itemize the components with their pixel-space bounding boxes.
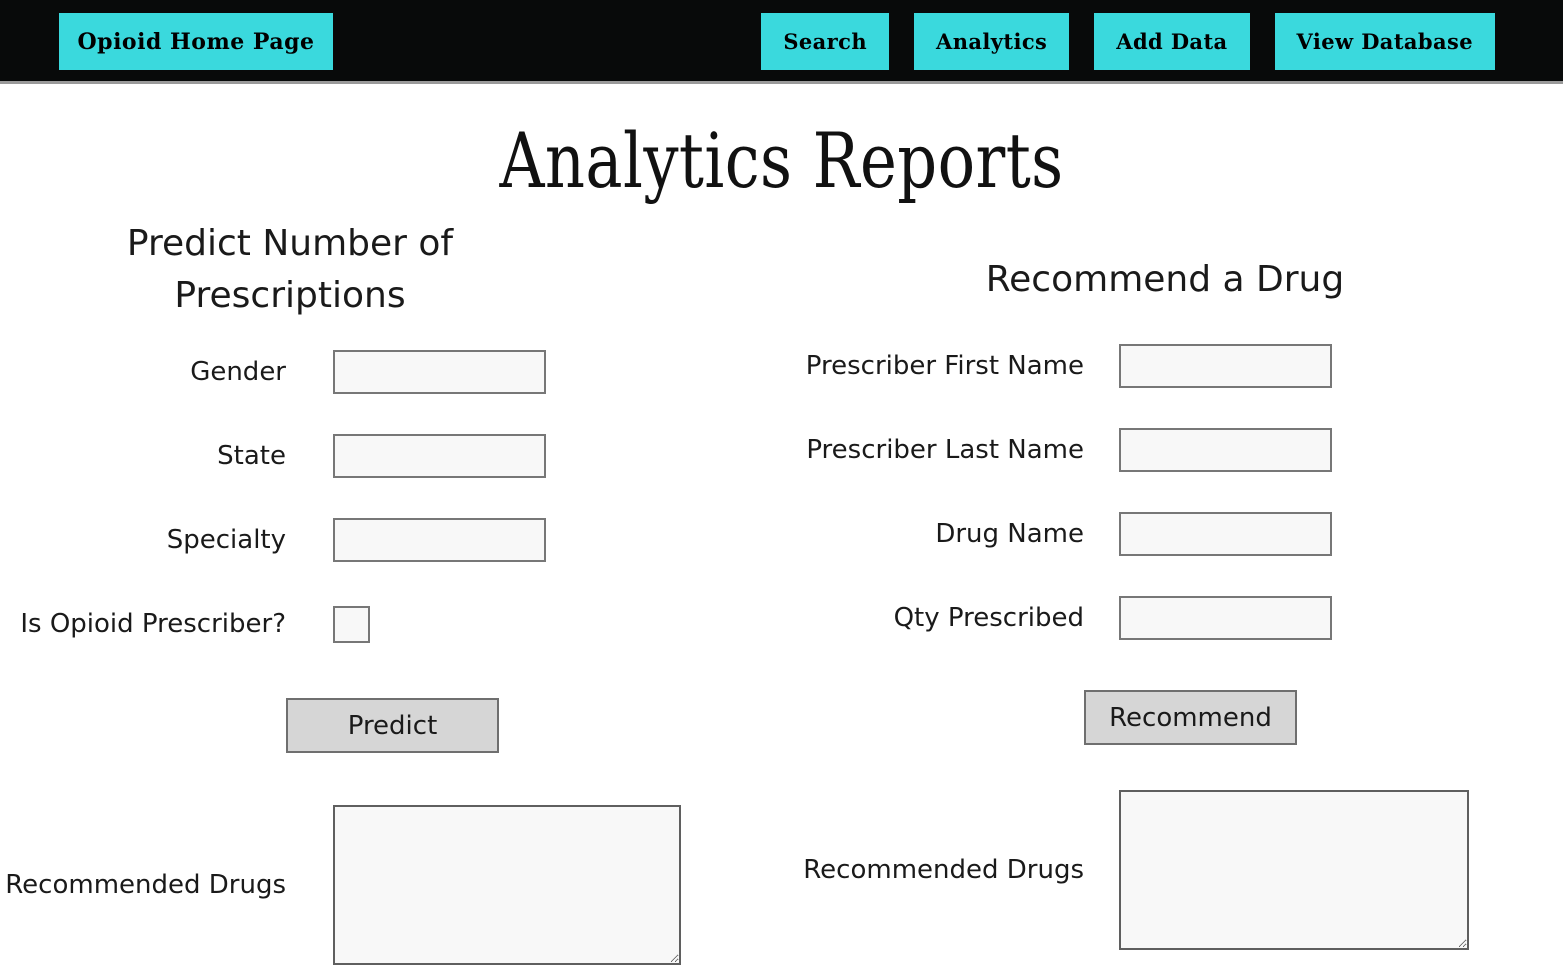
predict-panel-heading: Predict Number of Prescriptions: [126, 223, 454, 317]
nav-link-analytics-label: Analytics: [936, 29, 1048, 54]
recommend-output-recommended-drugs[interactable]: [1119, 790, 1469, 951]
recommend-label-prescriber-first-name: Prescriber First Name: [805, 350, 1084, 381]
predict-button-label: Predict: [347, 710, 438, 741]
recommend-row-recommended-drugs: Recommended Drugs: [790, 790, 1563, 951]
nav-link-add-data[interactable]: Add Data: [1094, 13, 1250, 70]
recommend-form: Prescriber First Name Prescriber Last Na…: [790, 344, 1563, 951]
nav-brand-label: Opioid Home Page: [77, 28, 315, 55]
nav-brand-opioid-home-page[interactable]: Opioid Home Page: [59, 13, 333, 70]
recommend-row-prescriber-first-name: Prescriber First Name: [790, 344, 1563, 389]
recommend-panel-heading: Recommend a Drug: [985, 259, 1345, 300]
recommend-input-prescriber-first-name[interactable]: [1119, 344, 1332, 389]
recommend-panel: Recommend a Drug Prescriber First Name P…: [790, 218, 1563, 951]
recommend-row-drug-name: Drug Name: [790, 512, 1563, 557]
nav-link-search-label: Search: [783, 29, 867, 54]
page-title: Analytics Reports: [499, 116, 1064, 205]
recommend-input-prescriber-last-name[interactable]: [1119, 428, 1332, 473]
predict-row-submit: Predict: [0, 698, 700, 754]
nav-link-view-database[interactable]: View Database: [1274, 13, 1495, 70]
predict-panel: Predict Number of Prescriptions Gender S…: [0, 218, 700, 965]
recommend-input-qty-prescribed[interactable]: [1119, 596, 1332, 641]
nav-link-analytics[interactable]: Analytics: [914, 13, 1070, 70]
top-navbar: Opioid Home Page Search Analytics Add Da…: [0, 0, 1563, 84]
recommend-label-prescriber-last-name: Prescriber Last Name: [806, 434, 1084, 465]
recommend-row-prescriber-last-name: Prescriber Last Name: [790, 428, 1563, 473]
nav-links: Search Analytics Add Data View Database: [761, 13, 1495, 70]
recommend-input-drug-name[interactable]: [1119, 512, 1332, 557]
predict-button[interactable]: Predict: [286, 698, 499, 754]
recommend-row-qty-prescribed: Qty Prescribed: [790, 596, 1563, 641]
nav-link-add-data-label: Add Data: [1116, 29, 1228, 54]
recommend-label-recommended-drugs: Recommended Drugs: [803, 854, 1084, 885]
recommend-label-qty-prescribed: Qty Prescribed: [893, 602, 1084, 633]
nav-link-search[interactable]: Search: [761, 13, 889, 70]
nav-link-view-database-label: View Database: [1296, 29, 1473, 54]
recommend-row-submit: Recommend: [790, 690, 1563, 746]
recommend-button[interactable]: Recommend: [1084, 690, 1297, 746]
recommend-label-drug-name: Drug Name: [935, 518, 1084, 549]
recommend-button-label: Recommend: [1109, 702, 1272, 733]
